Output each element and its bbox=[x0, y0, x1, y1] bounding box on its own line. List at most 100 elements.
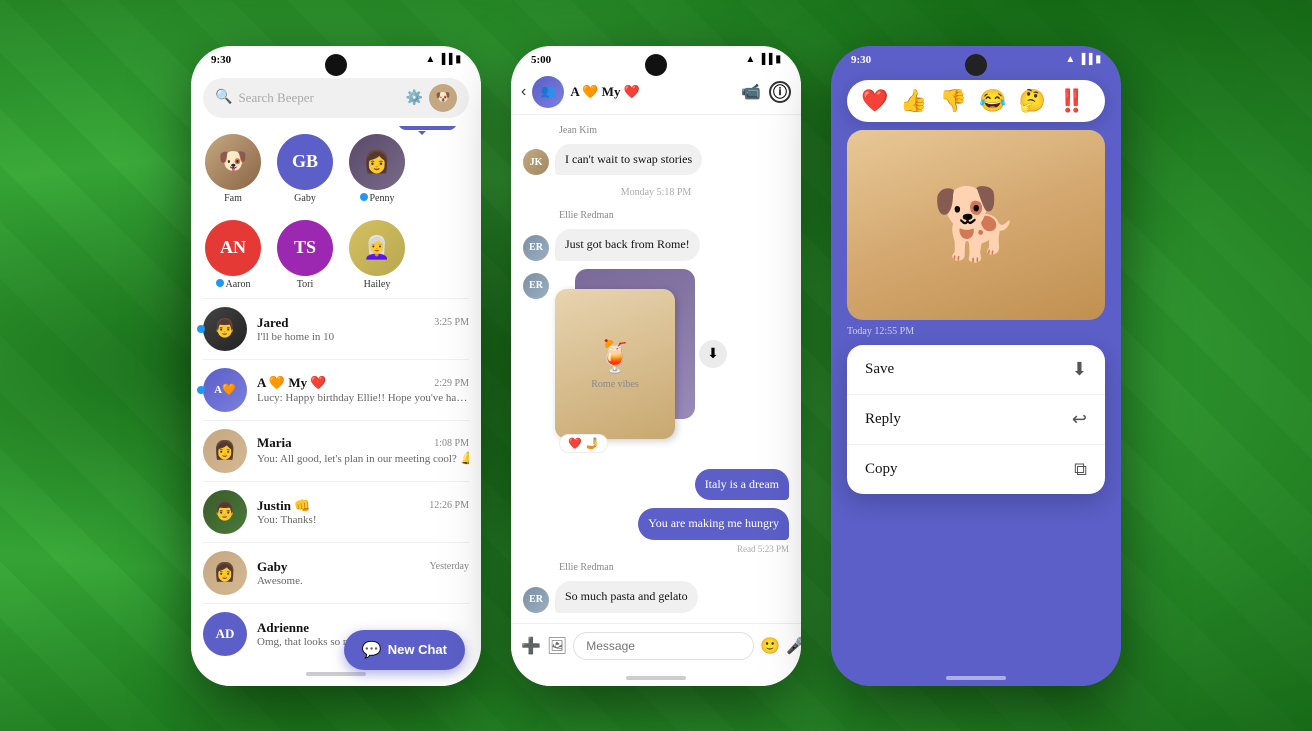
penny-avatar: 👩 bbox=[349, 134, 405, 190]
image-reaction-bar: ❤️ 🤳 bbox=[559, 434, 608, 453]
notch-2 bbox=[645, 54, 667, 76]
save-label: Save bbox=[865, 361, 894, 378]
battery-icon-3: ▮ bbox=[1095, 54, 1101, 65]
dog-photo: 🐕 bbox=[847, 130, 1105, 320]
wifi-icon-2: ▲ bbox=[745, 54, 755, 65]
bubble-right-2: You are making me hungry bbox=[638, 508, 789, 540]
group-time: 2:29 PM bbox=[434, 378, 469, 389]
message-input[interactable] bbox=[573, 632, 754, 660]
battery-icon-1: ▮ bbox=[455, 54, 461, 65]
adrienne-avatar: AD bbox=[203, 612, 247, 656]
hailey-avatar: 👩‍🦳 bbox=[349, 220, 405, 276]
ellie-avatar-img: ER bbox=[523, 273, 549, 299]
group-name: A 🧡 My ❤️ bbox=[257, 375, 327, 391]
ellie-avatar-1: ER bbox=[523, 235, 549, 261]
home-indicator-3 bbox=[946, 676, 1006, 680]
jared-preview: I'll be home in 10 bbox=[257, 331, 469, 343]
reaction-heart: ❤️ bbox=[568, 437, 582, 450]
justin-name: Justin 👊 bbox=[257, 498, 310, 514]
back-button[interactable]: ‹ bbox=[521, 83, 526, 101]
justin-info: Justin 👊 12:26 PM You: Thanks! bbox=[257, 498, 469, 526]
chat-item-gaby[interactable]: 👩 Gaby Yesterday Awesome. bbox=[191, 543, 481, 603]
gaby-story-label: Gaby bbox=[294, 193, 316, 204]
reaction-think[interactable]: 🤔 bbox=[1019, 88, 1046, 114]
phone-3: 9:30 ▲ ▐▐ ▮ ❤️ 👍 👎 😂 🤔 ‼️ 🐕 Today 12:55 … bbox=[831, 46, 1121, 686]
message-row-right-2: You are making me hungry bbox=[523, 508, 789, 540]
status-icons-3: ▲ ▐▐ ▮ bbox=[1065, 54, 1101, 65]
group-preview: Lucy: Happy birthday Ellie!! Hope you've… bbox=[257, 391, 469, 404]
story-gaby[interactable]: GB Gaby bbox=[275, 134, 335, 204]
chat-item-maria[interactable]: 👩 Maria 1:08 PM You: All good, let's pla… bbox=[191, 421, 481, 481]
context-copy[interactable]: Copy ⧉ bbox=[847, 445, 1105, 494]
story-tori[interactable]: TS Tori bbox=[275, 220, 335, 290]
timestamp-monday: Monday 5:18 PM bbox=[523, 187, 789, 198]
context-save[interactable]: Save ⬇ bbox=[847, 345, 1105, 395]
gaby-name: Gaby bbox=[257, 559, 287, 575]
message-row-image: ER 🍹 Rome vibes ❤️ 🤳 bbox=[523, 269, 789, 439]
search-bar[interactable]: 🔍 Search Beeper ⚙️ 🐶 bbox=[203, 78, 469, 118]
story-fam[interactable]: 🐶 Fam bbox=[203, 134, 263, 204]
fam-label: Fam bbox=[224, 193, 242, 204]
spacer-3 bbox=[831, 494, 1121, 668]
home-indicator-2 bbox=[626, 676, 686, 680]
reaction-exclaim[interactable]: ‼️ bbox=[1058, 88, 1085, 114]
story-row: 🐶 Fam GB Gaby 👩 Penny Welcome toblue bub… bbox=[191, 126, 481, 212]
chat-header-avatar: 👥 bbox=[532, 76, 564, 108]
message-row-jean: JK I can't wait to swap stories bbox=[523, 144, 789, 176]
new-chat-button[interactable]: 💬 New Chat bbox=[344, 630, 465, 670]
wifi-icon-1: ▲ bbox=[425, 54, 435, 65]
reaction-heart[interactable]: ❤️ bbox=[861, 88, 888, 114]
image-stack: 🍹 Rome vibes bbox=[555, 269, 695, 439]
settings-button[interactable]: ⚙️ bbox=[406, 89, 423, 106]
reaction-thumbs-up[interactable]: 👍 bbox=[900, 88, 927, 114]
bubble-ellie-2: So much pasta and gelato bbox=[555, 581, 698, 613]
context-screen: 9:30 ▲ ▐▐ ▮ ❤️ 👍 👎 😂 🤔 ‼️ 🐕 Today 12:55 … bbox=[831, 46, 1121, 686]
unread-dot-group bbox=[197, 386, 205, 394]
aaron-label: Aaron bbox=[216, 279, 251, 290]
message-row-ellie-2: ER So much pasta and gelato bbox=[523, 581, 789, 613]
status-icons-1: ▲ ▐▐ ▮ bbox=[425, 54, 461, 65]
sender-ellie-2: Ellie Redman bbox=[559, 562, 789, 573]
img-front: 🍹 Rome vibes bbox=[555, 289, 675, 439]
emoji-reaction-bar: ❤️ 👍 👎 😂 🤔 ‼️ bbox=[847, 80, 1105, 122]
chat-item-group[interactable]: A🧡 A 🧡 My ❤️ 2:29 PM Lucy: Happy birthda… bbox=[191, 360, 481, 420]
download-button[interactable]: ⬇ bbox=[699, 340, 727, 368]
bubble-jean: I can't wait to swap stories bbox=[555, 144, 702, 176]
story-hailey[interactable]: 👩‍🦳 Hailey bbox=[347, 220, 407, 290]
bubble-ellie-1: Just got back from Rome! bbox=[555, 229, 700, 261]
tori-label: Tori bbox=[297, 279, 314, 290]
messages-area: Jean Kim JK I can't wait to swap stories… bbox=[511, 115, 801, 623]
chat-item-jared[interactable]: 👨 Jared 3:25 PM I'll be home in 10 bbox=[191, 299, 481, 359]
image-container: 🍹 Rome vibes ❤️ 🤳 ⬇ bbox=[555, 269, 695, 439]
video-call-button[interactable]: 📹 bbox=[741, 82, 761, 102]
notch-3 bbox=[965, 54, 987, 76]
info-button[interactable]: ⓘ bbox=[769, 81, 791, 103]
media-button[interactable]: 🖼 bbox=[547, 636, 567, 656]
time-1: 9:30 bbox=[211, 54, 231, 66]
story-penny[interactable]: 👩 Penny Welcome toblue bubbles! bbox=[347, 134, 407, 204]
jared-avatar: 👨 bbox=[203, 307, 247, 351]
photo-timestamp: Today 12:55 PM bbox=[847, 326, 1105, 337]
chat-item-justin[interactable]: 👨 Justin 👊 12:26 PM You: Thanks! bbox=[191, 482, 481, 542]
message-row-right-1: Italy is a dream bbox=[523, 469, 789, 501]
maria-info: Maria 1:08 PM You: All good, let's plan … bbox=[257, 435, 469, 466]
gaby-info: Gaby Yesterday Awesome. bbox=[257, 559, 469, 587]
attach-button[interactable]: ➕ bbox=[521, 636, 541, 656]
reaction-thumbs-down[interactable]: 👎 bbox=[940, 88, 967, 114]
story-aaron[interactable]: AN Aaron bbox=[203, 220, 263, 290]
read-receipt: Read 5:23 PM bbox=[523, 544, 789, 554]
time-3: 9:30 bbox=[851, 54, 871, 66]
emoji-button[interactable]: 🙂 bbox=[760, 636, 780, 656]
copy-icon: ⧉ bbox=[1074, 459, 1087, 480]
user-avatar[interactable]: 🐶 bbox=[429, 84, 457, 112]
voice-button[interactable]: 🎤 bbox=[786, 636, 801, 656]
maria-avatar: 👩 bbox=[203, 429, 247, 473]
sender-ellie-1: Ellie Redman bbox=[559, 210, 789, 221]
context-reply[interactable]: Reply ↩ bbox=[847, 395, 1105, 445]
reaction-laugh[interactable]: 😂 bbox=[979, 88, 1006, 114]
status-icons-2: ▲ ▐▐ ▮ bbox=[745, 54, 781, 65]
signal-icon-2: ▐▐ bbox=[758, 54, 772, 65]
maria-time: 1:08 PM bbox=[434, 438, 469, 449]
unread-dot-jared bbox=[197, 325, 205, 333]
group-info: A 🧡 My ❤️ 2:29 PM Lucy: Happy birthday E… bbox=[257, 375, 469, 404]
